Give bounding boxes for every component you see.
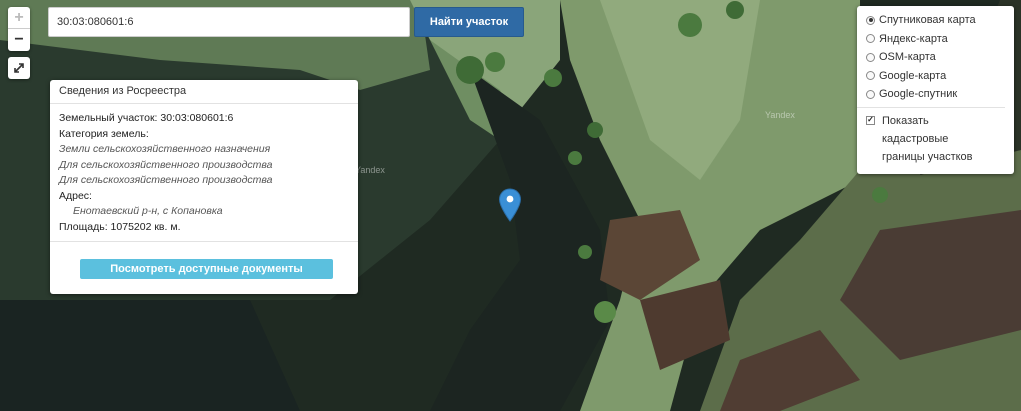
radio-icon[interactable] (866, 52, 875, 62)
expand-icon (14, 63, 24, 73)
category-item: Земли сельскохозяйственного назначения (59, 143, 271, 155)
radio-icon[interactable] (866, 34, 875, 44)
layer-option-label: Google-спутник (879, 88, 958, 101)
layer-option-google-satellite[interactable]: Google-спутник (866, 85, 1014, 104)
address-label: Адрес: (59, 189, 92, 202)
parcel-row: Земельный участок: 30:03:080601:6 (59, 111, 349, 127)
map-watermark: Yandex (765, 110, 795, 120)
area-label: Площадь: (59, 220, 108, 233)
cadastral-label-line: кадастровые (882, 132, 949, 145)
layer-option-label: Яндекс-карта (879, 32, 948, 45)
zoom-out-button[interactable]: − (8, 29, 30, 51)
map-watermark: Yandex (355, 165, 385, 175)
category-label: Категория земель: (59, 127, 149, 140)
cadastral-search-input[interactable] (48, 7, 410, 37)
layer-option-satellite[interactable]: Спутниковая карта (866, 11, 1014, 30)
view-documents-button[interactable]: Посмотреть доступные документы (80, 259, 333, 279)
checkbox-checked-icon[interactable] (866, 115, 875, 125)
category-item: Для сельскохозяйственного производства (59, 174, 273, 186)
panel-title: Сведения из Росреестра (50, 80, 358, 104)
layer-option-label: Спутниковая карта (879, 14, 976, 27)
divider (50, 241, 358, 242)
layer-option-label: OSM-карта (879, 51, 936, 64)
fullscreen-button[interactable] (8, 57, 30, 79)
find-parcel-button[interactable]: Найти участок (414, 7, 524, 37)
layer-option-google-map[interactable]: Google-карта (866, 67, 1014, 86)
divider (857, 106, 1005, 108)
layer-option-label: Google-карта (879, 69, 947, 82)
rosreestr-info-panel: Сведения из Росреестра Земельный участок… (50, 80, 358, 294)
cadastral-label: Показать кадастровые границы участков (882, 112, 973, 166)
area-row: Площадь: 1075202 кв. м. (59, 220, 349, 236)
parcel-value: 30:03:080601:6 (160, 112, 234, 124)
radio-icon[interactable] (866, 89, 875, 99)
area-value: 1075202 кв. м. (110, 220, 181, 233)
location-marker-icon[interactable] (498, 188, 522, 222)
parcel-label: Земельный участок: (59, 112, 158, 124)
zoom-control: + − (8, 7, 30, 51)
radio-icon[interactable] (866, 71, 875, 81)
address-value: Енотаевский р-н, с Копановка (73, 205, 223, 217)
layer-option-osm[interactable]: OSM-карта (866, 48, 1014, 67)
cadastral-label-line: Показать (882, 114, 929, 127)
cadastral-label-line: границы участков (882, 150, 973, 163)
map-layers-panel: Спутниковая карта Яндекс-карта OSM-карта… (857, 6, 1014, 174)
radio-selected-icon[interactable] (866, 15, 875, 25)
zoom-in-button[interactable]: + (8, 7, 30, 29)
cadastral-toggle[interactable]: Показать кадастровые границы участков (866, 112, 1014, 166)
category-item: Для сельскохозяйственного производства (59, 158, 273, 171)
layer-option-yandex[interactable]: Яндекс-карта (866, 30, 1014, 49)
